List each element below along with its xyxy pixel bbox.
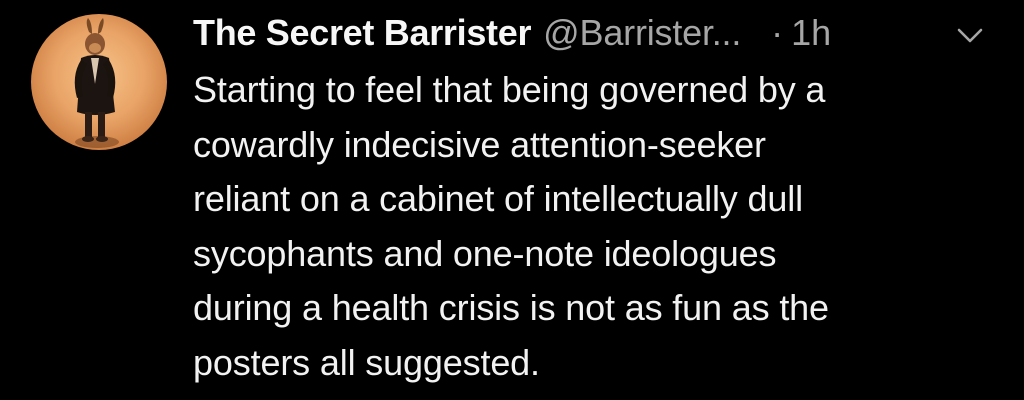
tweet-header: The Secret Barrister @Barrister... · 1h — [193, 10, 831, 56]
tweet-text: Starting to feel that being governed by … — [193, 63, 993, 390]
separator-dot: · — [771, 12, 784, 53]
tweet-text-line: during a health crisis is not as fun as … — [193, 287, 829, 328]
user-handle[interactable]: @Barrister... — [543, 10, 741, 56]
chevron-down-icon[interactable] — [955, 24, 985, 46]
avatar[interactable] — [31, 14, 167, 150]
display-name[interactable]: The Secret Barrister — [193, 10, 531, 56]
tweet-text-line: sycophants and one-note ideologues — [193, 232, 777, 274]
timestamp[interactable]: 1h — [791, 10, 831, 56]
tweet-text-line: Starting to feel that being governed by … — [193, 69, 826, 110]
tweet-text-line: posters all suggested. — [193, 341, 540, 383]
tweet-card[interactable]: The Secret Barrister @Barrister... · 1h … — [0, 0, 1024, 400]
tweet-text-line: reliant on a cabinet of intellectually d… — [193, 178, 803, 219]
avatar-photo-icon — [74, 18, 119, 148]
tweet-text-line: cowardly indecisive attention-seeker — [193, 123, 766, 165]
